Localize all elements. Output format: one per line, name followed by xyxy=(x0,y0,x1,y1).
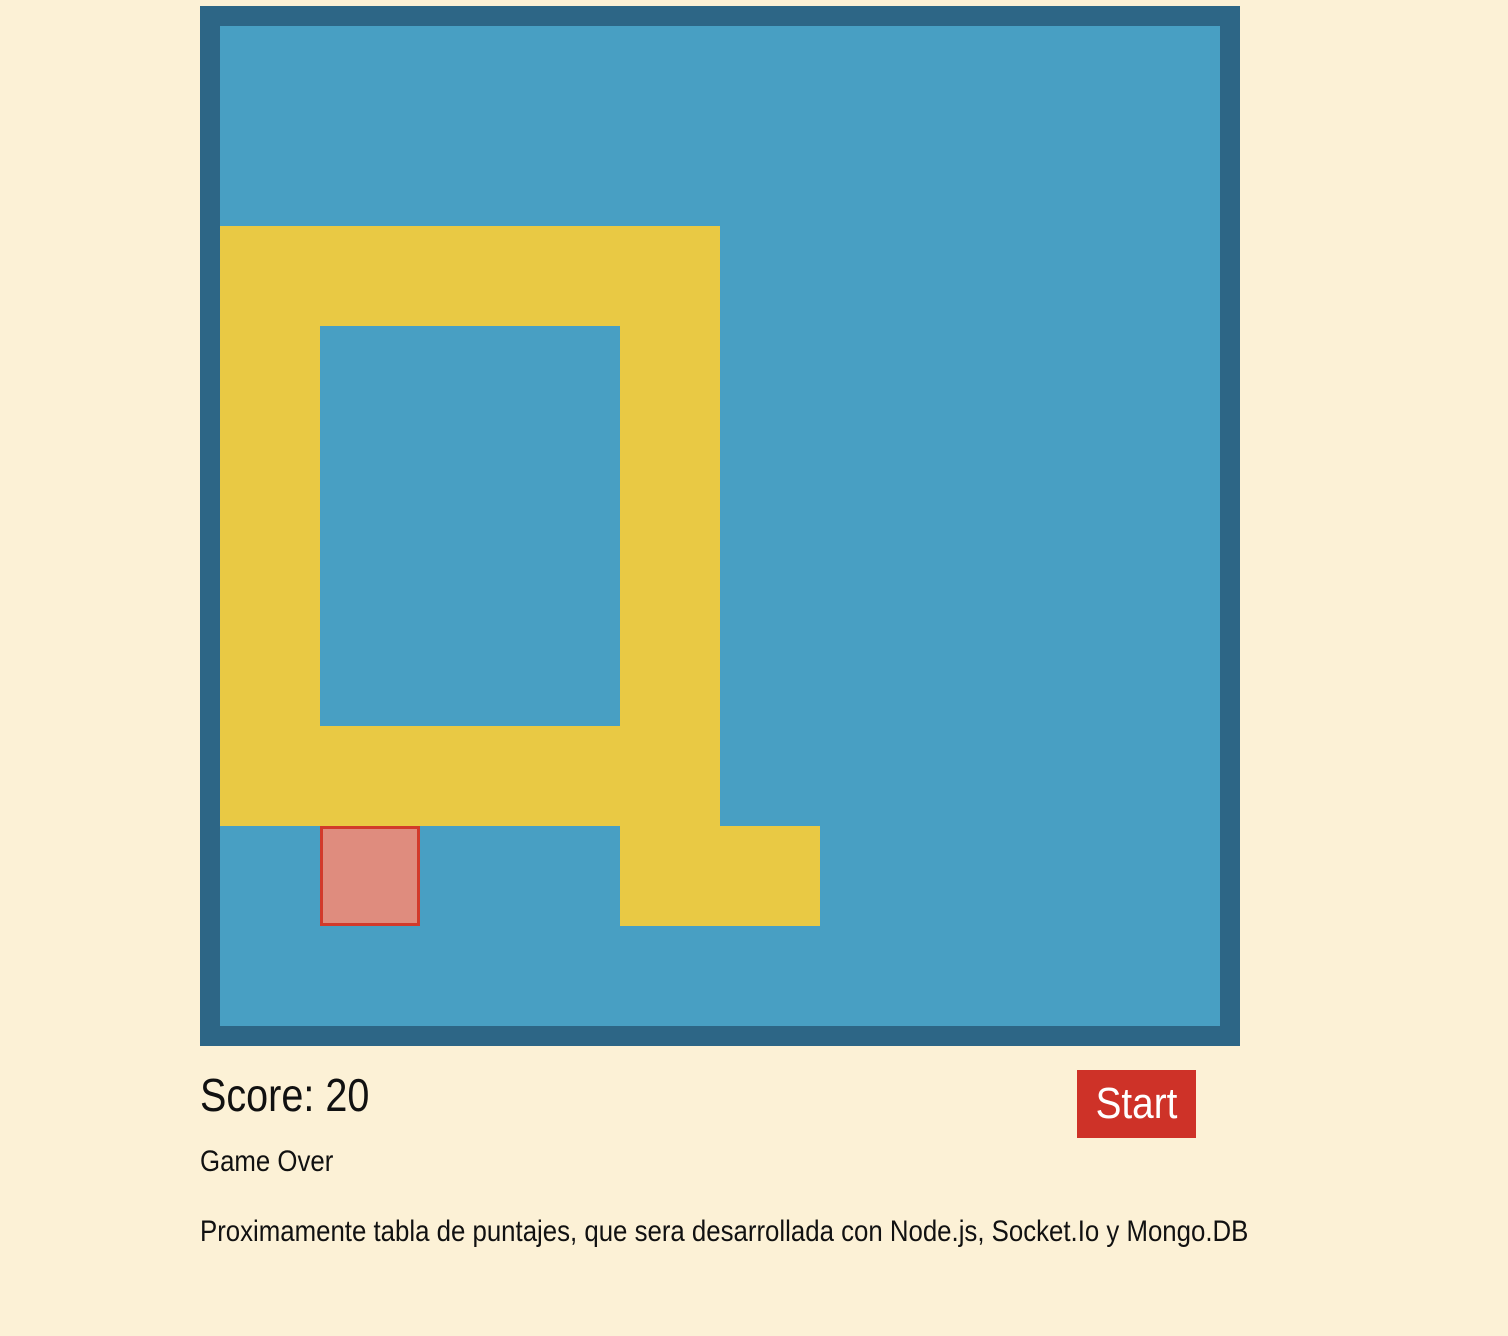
snake-segment xyxy=(320,726,420,826)
start-button-label: Start xyxy=(1095,1079,1178,1128)
food-pellet xyxy=(320,826,420,926)
game-board xyxy=(200,6,1240,1046)
start-button[interactable]: Start xyxy=(1077,1070,1196,1138)
snake-segment xyxy=(220,226,320,326)
game-status-text: Game Over xyxy=(200,1145,334,1178)
snake-segment xyxy=(220,426,320,526)
snake-segment xyxy=(220,326,320,426)
snake-segment xyxy=(420,226,520,326)
snake-segment xyxy=(620,526,720,626)
snake-segment xyxy=(620,326,720,426)
snake-segment xyxy=(220,626,320,726)
snake-segment xyxy=(520,726,620,826)
snake-segment xyxy=(620,626,720,726)
snake-segment xyxy=(520,226,620,326)
score-label: Score: 20 xyxy=(200,1069,370,1121)
footer-note: Proximamente tabla de puntajes, que sera… xyxy=(200,1215,1249,1248)
snake-segment xyxy=(620,726,720,826)
snake-segment xyxy=(220,726,320,826)
snake-segment xyxy=(220,526,320,626)
snake-segment xyxy=(620,226,720,326)
snake-segment xyxy=(420,726,520,826)
snake-segment xyxy=(620,826,720,926)
snake-segment xyxy=(620,426,720,526)
snake-segment-tail xyxy=(720,826,820,926)
snake-segment xyxy=(320,226,420,326)
